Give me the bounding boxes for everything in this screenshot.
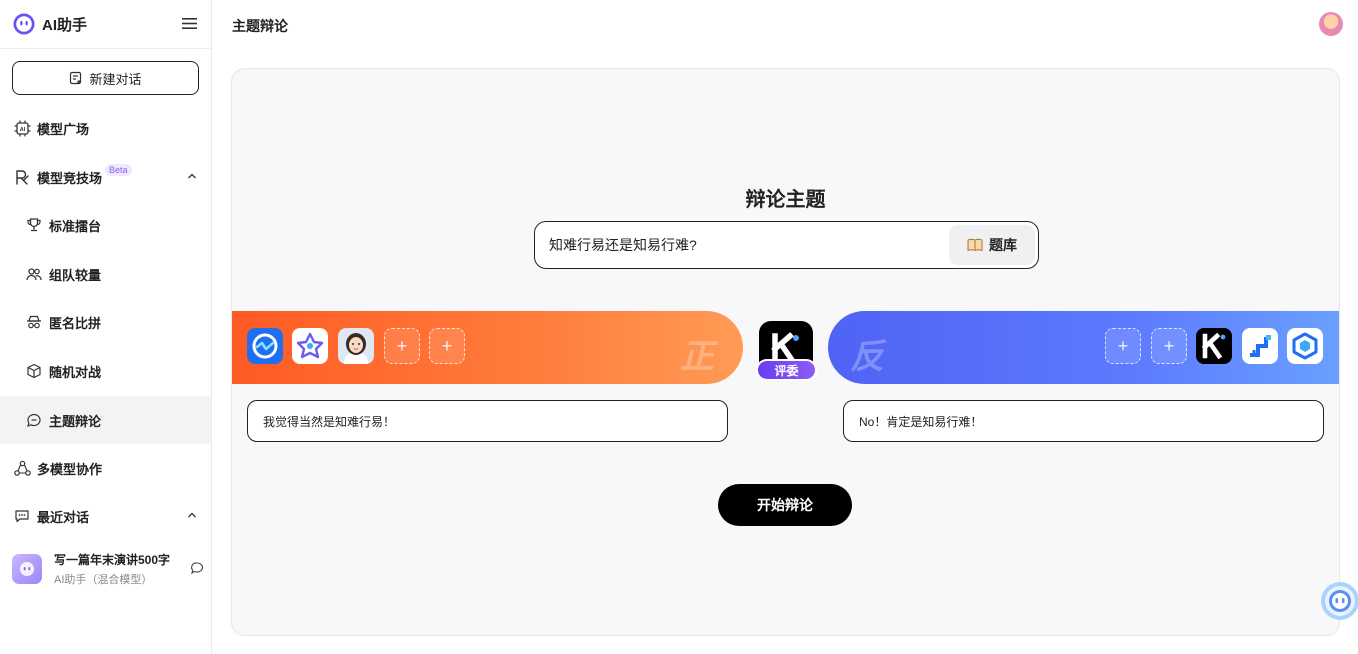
topic-heading: 辩论主题 [745, 189, 826, 211]
sidebar-item-label: 主题辩论 [49, 413, 102, 429]
sidebar-item-multi-model[interactable]: 多模型协作 [0, 448, 211, 488]
sidebar-divider [0, 48, 211, 49]
con-add-model-slot[interactable]: + [1151, 328, 1187, 364]
floating-assistant-button[interactable] [1321, 582, 1358, 620]
sidebar-item-random-battle[interactable]: 随机对战 [0, 351, 211, 391]
topic-bank-label: 题库 [989, 237, 1017, 253]
brand-logo-icon [13, 13, 35, 35]
pro-add-model-slot[interactable]: + [384, 328, 420, 364]
blue-ring-model-icon [247, 328, 283, 364]
chevron-up-icon[interactable] [186, 170, 198, 182]
cube-icon [25, 362, 43, 380]
plus-icon: + [1117, 335, 1129, 356]
plus-icon: + [441, 335, 453, 356]
debate-icon [25, 411, 43, 429]
pro-model-slot-2[interactable] [292, 328, 328, 364]
sidebar-item-model-arena[interactable]: 模型竞技场 Beta [0, 157, 211, 197]
sidebar-item-topic-debate[interactable]: 主题辩论 [0, 396, 211, 444]
brand-name: AI助手 [42, 16, 88, 34]
book-icon [967, 238, 983, 252]
k-logo-model-icon [1196, 328, 1232, 364]
purple-star-model-icon [292, 328, 328, 364]
incognito-icon [25, 313, 43, 331]
plus-icon: + [1163, 335, 1175, 356]
sidebar-item-label: 最近对话 [37, 509, 90, 525]
topic-bank-button[interactable]: 题库 [949, 225, 1035, 265]
debate-panel: 辩论主题 题库 + + 正 评委 反 + + [231, 68, 1340, 636]
beta-badge: Beta [105, 164, 132, 176]
team-icon [25, 265, 43, 283]
brand[interactable]: AI助手 [12, 12, 87, 36]
menu-toggle-icon[interactable] [181, 15, 198, 32]
recent-chat-subtitle: AI助手（混合模型） [54, 574, 153, 586]
start-debate-button[interactable]: 开始辩论 [718, 484, 852, 526]
chevron-up-icon[interactable] [186, 509, 198, 521]
svg-text:AI: AI [19, 127, 25, 133]
page-title: 主题辩论 [232, 18, 288, 34]
pro-add-model-slot[interactable]: + [429, 328, 465, 364]
girl-avatar-model-icon [338, 328, 374, 364]
new-chat-icon [70, 71, 82, 85]
chat-bubble-icon [13, 507, 31, 525]
recent-chat-item[interactable]: 写一篇年末演讲500字 AI助手（混合模型） [12, 547, 207, 591]
pro-model-slot-1[interactable] [247, 328, 283, 364]
plus-icon: + [396, 335, 408, 356]
trophy-icon [25, 216, 43, 234]
con-model-slot-2[interactable] [1242, 328, 1278, 364]
judge-badge: 评委 [756, 359, 817, 381]
sidebar-item-label: 匿名比拼 [49, 315, 102, 331]
new-chat-label: 新建对话 [89, 71, 142, 87]
sidebar-item-team-battle[interactable]: 组队较量 [0, 254, 211, 294]
new-chat-button[interactable]: 新建对话 [12, 61, 199, 95]
pro-stance-field[interactable]: 我觉得当然是知难行易！ [247, 400, 728, 442]
sidebar-item-model-plaza[interactable]: AI 模型广场 [0, 108, 211, 148]
sidebar-item-label: 组队较量 [49, 267, 102, 283]
sidebar-item-anonymous[interactable]: 匿名比拼 [0, 302, 211, 342]
pro-side-label: 正 [680, 338, 714, 376]
sidebar-item-recent-chats[interactable]: 最近对话 [0, 496, 211, 536]
sidebar-item-standard-arena[interactable]: 标准擂台 [0, 205, 211, 245]
cube-logo-model-icon [1287, 328, 1323, 364]
collaboration-icon [13, 459, 31, 477]
con-model-slot-3[interactable] [1287, 328, 1323, 364]
comment-icon[interactable] [190, 561, 204, 575]
robot-icon [20, 562, 34, 576]
topic-input[interactable] [549, 222, 939, 268]
step-logo-model-icon [1242, 328, 1278, 364]
chip-icon: AI [13, 119, 31, 137]
arena-icon [13, 168, 31, 186]
recent-chat-title: 写一篇年末演讲500字 [54, 553, 171, 567]
pro-model-slot-3[interactable] [338, 328, 374, 364]
con-add-model-slot[interactable]: + [1105, 328, 1141, 364]
con-side-label: 反 [850, 338, 884, 376]
sidebar-item-label: 模型竞技场 [37, 170, 103, 186]
sidebar-item-label: 标准擂台 [49, 218, 102, 234]
topic-input-box: 题库 [534, 221, 1039, 269]
sidebar-item-label: 多模型协作 [37, 461, 103, 477]
pro-side-bar: + + 正 [232, 311, 743, 384]
con-model-slot-1[interactable] [1196, 328, 1232, 364]
robot-icon [1329, 590, 1351, 612]
user-avatar[interactable] [1319, 12, 1343, 36]
con-side-bar: 反 + + [828, 311, 1339, 384]
sidebar-item-label: 模型广场 [37, 121, 90, 137]
sidebar: AI助手 新建对话 AI 模型广场 模型竞技场 Beta 标准擂台 组队较量 匿… [0, 0, 212, 654]
con-stance-field[interactable]: No！肯定是知易行难！ [843, 400, 1324, 442]
assistant-avatar [12, 554, 42, 584]
sidebar-item-label: 随机对战 [49, 364, 102, 380]
